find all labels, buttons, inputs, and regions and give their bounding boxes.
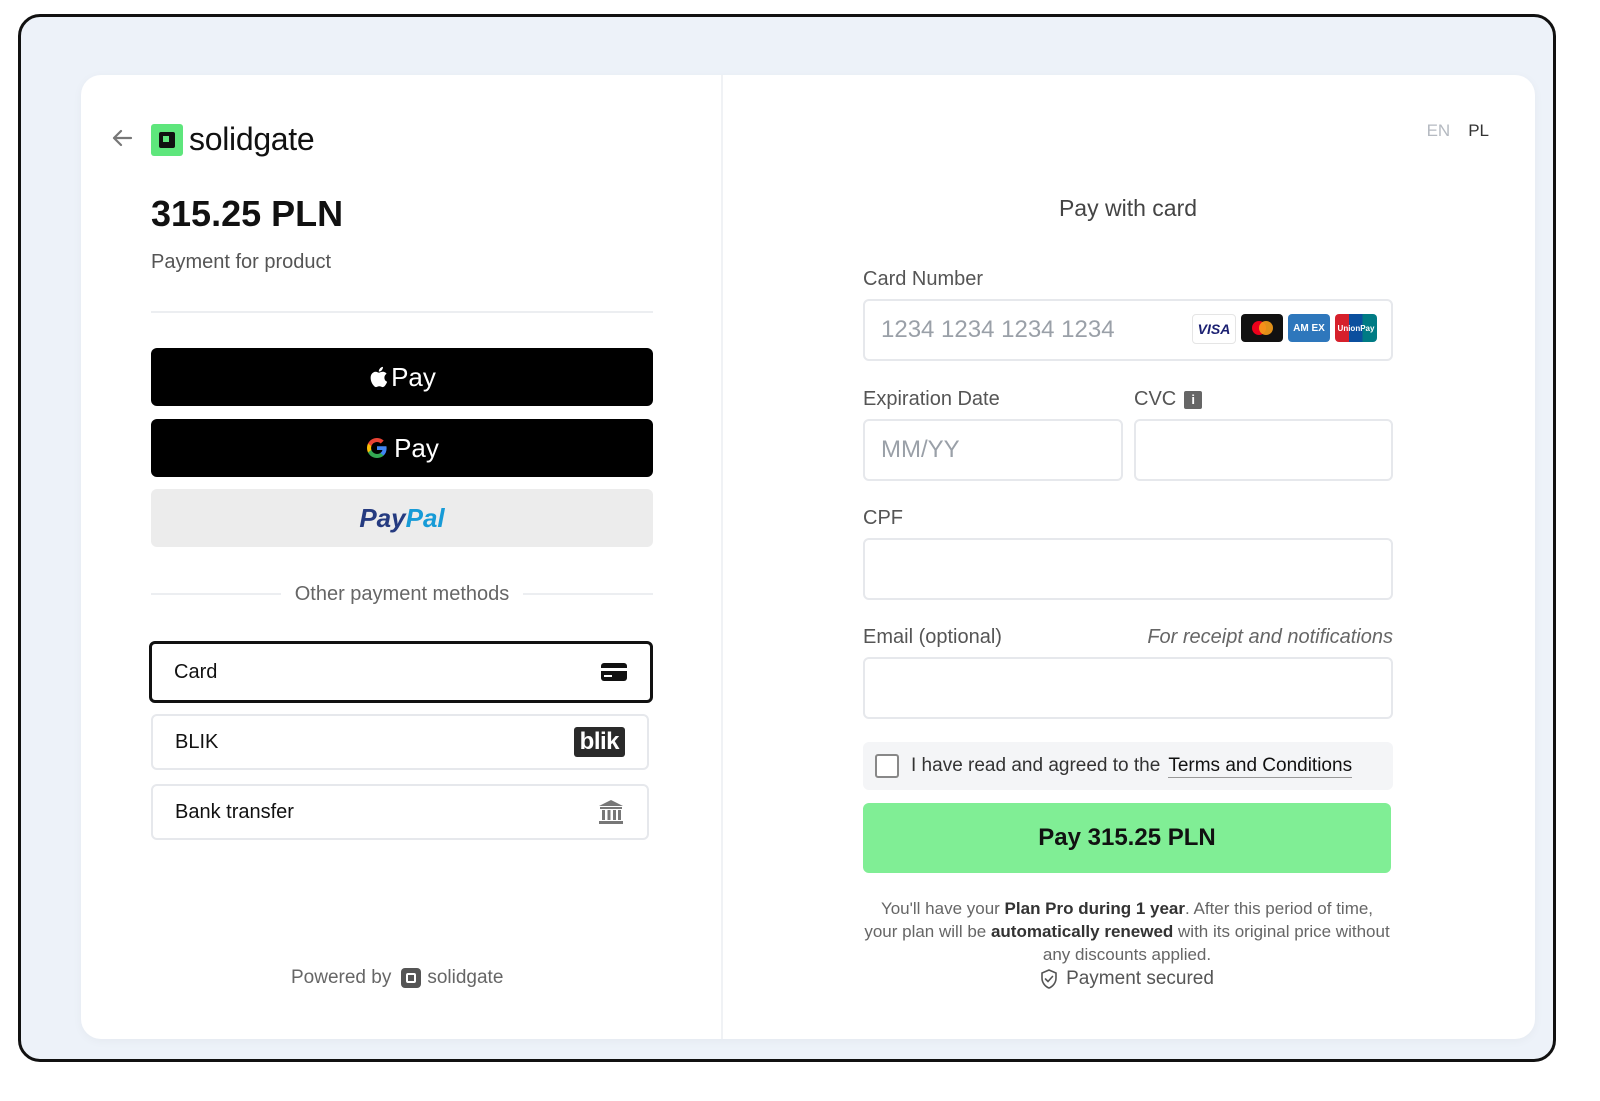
- paypal-button[interactable]: Pay Pal: [151, 489, 653, 547]
- lang-en[interactable]: EN: [1427, 121, 1451, 141]
- form-title: Pay with card: [1058, 195, 1198, 221]
- apple-pay-label: Pay: [391, 361, 436, 392]
- email-label: Email (optional): [863, 626, 1002, 648]
- cvc-input[interactable]: [1134, 419, 1393, 481]
- apple-pay-button[interactable]: Pay: [151, 348, 653, 406]
- powered-by-brand: solidgate: [427, 967, 504, 988]
- method-card-label: Card: [174, 660, 218, 683]
- email-hint: For receipt and notifications: [1147, 626, 1393, 648]
- info-icon[interactable]: i: [1184, 390, 1203, 409]
- shield-check-icon: [1041, 969, 1057, 989]
- google-g-icon: [367, 438, 387, 458]
- email-input[interactable]: [863, 657, 1393, 719]
- card-number-label: Card Number: [863, 268, 984, 290]
- cvc-label: CVC: [1134, 388, 1177, 410]
- window-frame: solidgate 315.25 PLN Payment for product…: [18, 14, 1556, 1062]
- terms-text: I have read and agreed to the: [911, 755, 1161, 776]
- google-pay-button[interactable]: Pay: [151, 419, 653, 477]
- paypal-logo-part2: Pal: [405, 502, 445, 533]
- solidgate-logo: solidgate: [151, 121, 315, 158]
- language-switcher: EN PL: [1427, 121, 1489, 141]
- powered-by: Powered by solidgate: [291, 967, 503, 989]
- bank-icon: [599, 800, 623, 824]
- lang-pl[interactable]: PL: [1468, 121, 1489, 141]
- pay-button[interactable]: Pay 315.25 PLN: [863, 803, 1391, 873]
- cvc-label-wrap: CVC i: [1134, 388, 1203, 411]
- payment-secured-label: Payment secured: [1066, 968, 1214, 989]
- method-blik[interactable]: BLIK blik: [151, 714, 649, 770]
- terms-link[interactable]: Terms and Conditions: [1168, 755, 1353, 778]
- method-card[interactable]: Card: [149, 641, 653, 703]
- expiry-input[interactable]: MM/YY: [863, 419, 1123, 481]
- card-brands: VISA AM EX UnionPay: [1192, 314, 1377, 344]
- amex-icon: AM EX: [1288, 314, 1330, 342]
- other-methods-separator: Other payment methods: [151, 581, 653, 607]
- method-blik-label: BLIK: [175, 730, 219, 753]
- solidgate-small-icon: [401, 968, 422, 988]
- powered-by-label: Powered by: [291, 967, 392, 988]
- cpf-label: CPF: [863, 507, 903, 529]
- checkout-card: solidgate 315.25 PLN Payment for product…: [81, 75, 1535, 1039]
- order-amount: 315.25 PLN: [151, 193, 344, 234]
- solidgate-logo-icon: [151, 123, 183, 156]
- cpf-input[interactable]: [863, 538, 1393, 600]
- unionpay-icon: UnionPay: [1335, 314, 1377, 342]
- divider: [151, 311, 653, 313]
- expiry-placeholder: MM/YY: [881, 436, 960, 463]
- credit-card-icon: [601, 663, 627, 681]
- card-number-placeholder: 1234 1234 1234 1234: [881, 316, 1115, 343]
- mastercard-icon: [1241, 314, 1283, 342]
- payment-secured: Payment secured: [863, 968, 1391, 990]
- card-number-input[interactable]: 1234 1234 1234 1234 VISA AM EX UnionPay: [863, 299, 1393, 361]
- method-bank-transfer[interactable]: Bank transfer: [151, 784, 649, 840]
- method-bank-label: Bank transfer: [175, 800, 294, 823]
- google-pay-label: Pay: [394, 432, 439, 463]
- terms-checkbox[interactable]: [875, 754, 899, 778]
- back-arrow-icon[interactable]: [109, 125, 135, 151]
- terms-row: I have read and agreed to the Terms and …: [863, 742, 1393, 790]
- expiry-label: Expiration Date: [863, 388, 1000, 410]
- paypal-logo-part1: Pay: [359, 502, 406, 533]
- visa-icon: VISA: [1192, 314, 1236, 344]
- other-methods-label: Other payment methods: [294, 582, 510, 605]
- subscription-note: You'll have your Plan Pro during 1 year.…: [864, 899, 1390, 964]
- blik-logo-icon: blik: [573, 727, 625, 757]
- brand-name: solidgate: [189, 121, 315, 157]
- apple-icon: [370, 366, 388, 388]
- order-description: Payment for product: [151, 251, 332, 273]
